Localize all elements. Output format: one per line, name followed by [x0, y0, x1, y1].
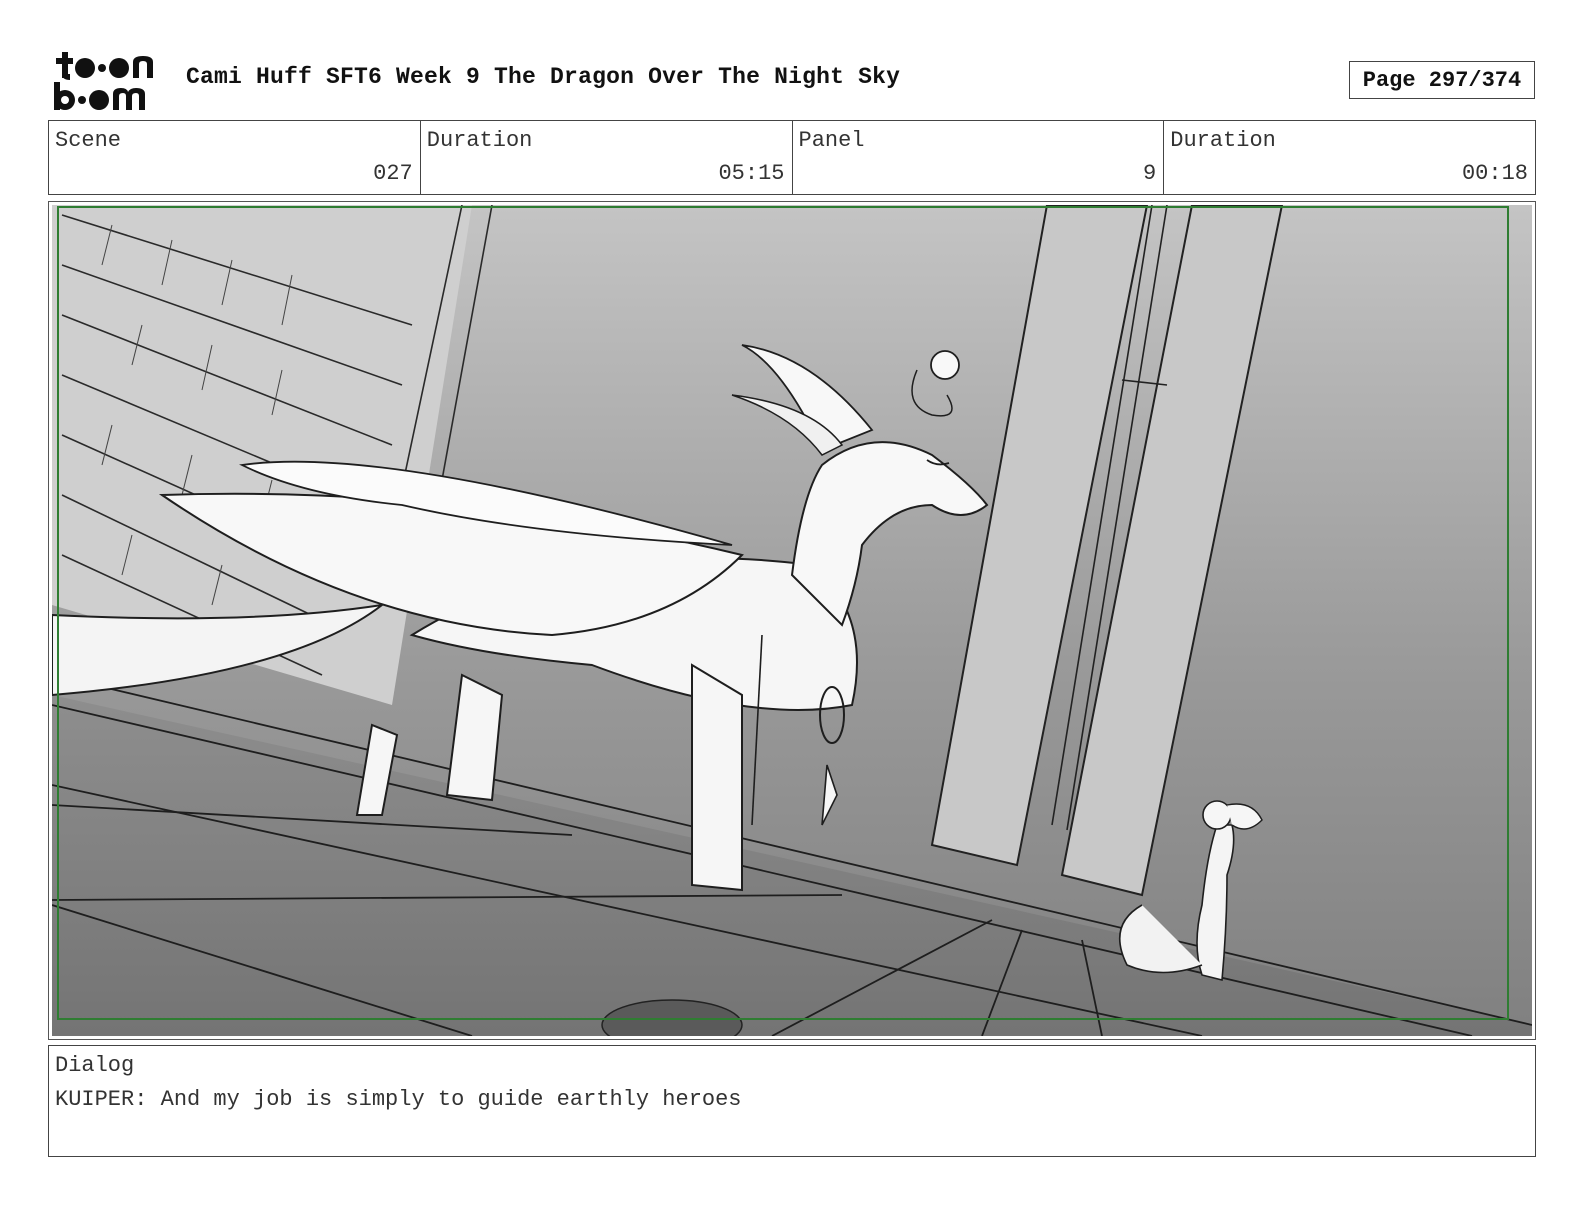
panel-label: Panel: [798, 128, 865, 153]
scene-cell: Scene 027: [49, 121, 421, 194]
panel-duration-label: Duration: [1170, 128, 1276, 153]
scene-label: Scene: [55, 128, 122, 153]
panel-cell: Panel 9: [793, 121, 1165, 194]
dialog-text: KUIPER: And my job is simply to guide ea…: [55, 1087, 742, 1112]
document-title: Cami Huff SFT6 Week 9 The Dragon Over Th…: [186, 64, 901, 90]
scene-duration-cell: Duration 05:15: [421, 121, 793, 194]
scene-value: 027: [373, 161, 413, 186]
toon-boom-logo: [54, 52, 153, 110]
dialog-box: Dialog KUIPER: And my job is simply to g…: [48, 1045, 1536, 1157]
page-number: Page 297/374: [1349, 61, 1535, 99]
scene-info-row: Scene 027 Duration 05:15 Panel 9 Duratio…: [48, 120, 1536, 195]
panel-value: 9: [1143, 161, 1157, 186]
dialog-label: Dialog: [55, 1053, 135, 1078]
storyboard-panel-image: [52, 205, 1532, 1036]
panel-duration-value: 00:18: [1461, 161, 1528, 186]
scene-duration-value: 05:15: [718, 161, 785, 186]
panel-duration-cell: Duration 00:18: [1164, 121, 1535, 194]
scene-duration-label: Duration: [426, 128, 533, 153]
